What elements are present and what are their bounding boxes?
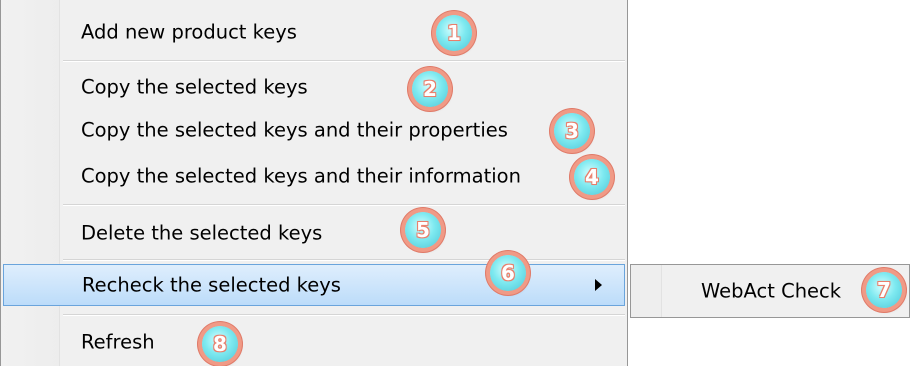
menu-item-label: Recheck the selected keys [82, 273, 341, 297]
menu-item-label: Delete the selected keys [81, 221, 323, 245]
menu-item-recheck-selected-keys[interactable]: Recheck the selected keys [3, 264, 625, 306]
callout-badge-7: 7 [866, 272, 902, 308]
menu-separator [63, 259, 625, 261]
menu-item-add-new-product-keys[interactable]: Add new product keys [3, 12, 625, 52]
screenshot-stage: Add new product keys Copy the selected k… [0, 0, 920, 366]
callout-badge-5: 5 [405, 212, 441, 248]
callout-badge-4: 4 [574, 159, 610, 195]
menu-item-refresh[interactable]: Refresh [3, 322, 625, 362]
menu-separator [63, 204, 625, 206]
menu-item-copy-keys-information[interactable]: Copy the selected keys and their informa… [3, 156, 625, 196]
menu-item-copy-selected-keys[interactable]: Copy the selected keys [3, 67, 625, 107]
menu-item-label: Add new product keys [81, 20, 297, 44]
menu-item-label: Refresh [81, 330, 155, 354]
callout-badge-2: 2 [412, 71, 448, 107]
submenu-item-webact-check[interactable]: WebAct Check [701, 280, 841, 303]
callout-badge-3: 3 [554, 113, 590, 149]
menu-item-label: Copy the selected keys and their propert… [81, 118, 508, 142]
menu-item-copy-keys-properties[interactable]: Copy the selected keys and their propert… [3, 110, 625, 150]
menu-item-label: Copy the selected keys and their informa… [81, 164, 521, 188]
submenu-arrow-icon [595, 279, 602, 291]
callout-badge-6: 6 [490, 255, 526, 291]
menu-item-label: Copy the selected keys [81, 75, 308, 99]
context-menu: Add new product keys Copy the selected k… [0, 0, 628, 366]
menu-separator [63, 60, 625, 62]
submenu-icon-gutter [631, 265, 662, 317]
callout-badge-1: 1 [436, 15, 472, 51]
menu-item-delete-selected-keys[interactable]: Delete the selected keys [3, 213, 625, 253]
callout-badge-8: 8 [202, 326, 238, 362]
menu-separator [63, 314, 625, 316]
